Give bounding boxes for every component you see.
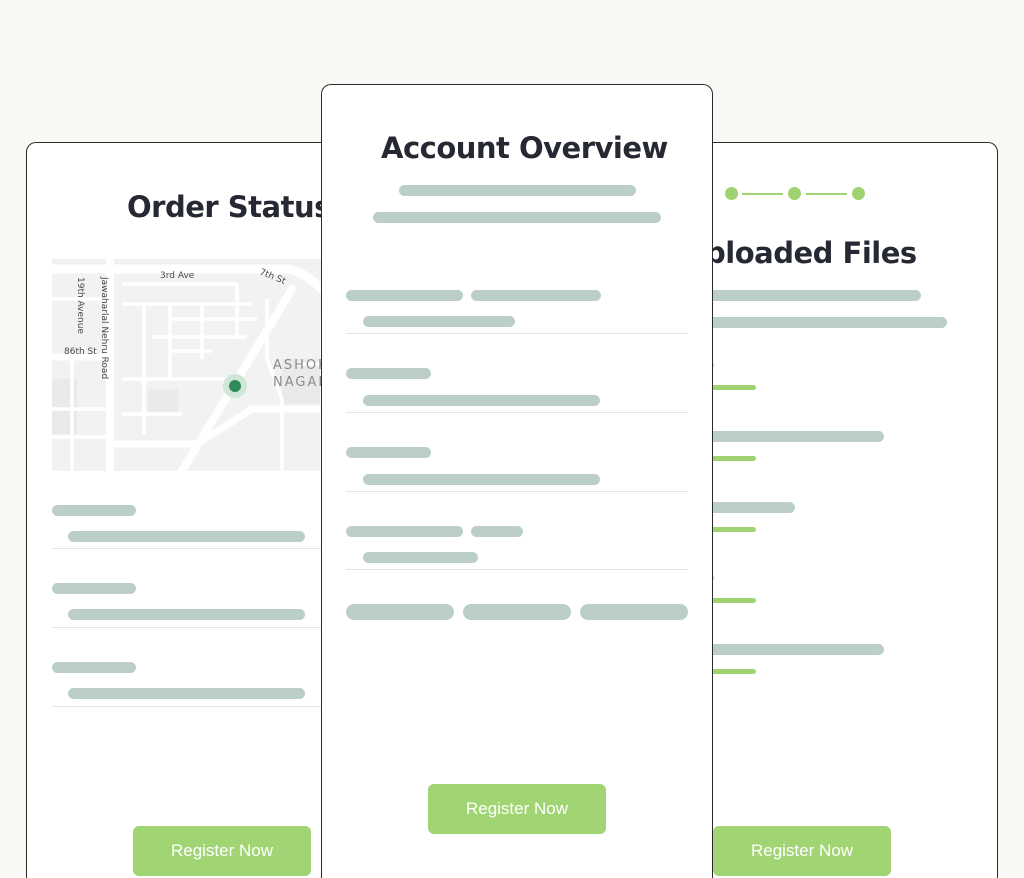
row-4-label-extra-placeholder xyxy=(471,526,523,537)
action-pill-1[interactable] xyxy=(346,604,454,620)
location-pin-icon[interactable] xyxy=(229,380,241,392)
row-4-label-placeholder xyxy=(346,526,463,537)
account-overview-card: Account Overview Register Now xyxy=(321,84,713,878)
row-1-label-placeholder xyxy=(52,505,136,516)
action-pill-3[interactable] xyxy=(580,604,688,620)
file-3-name-placeholder xyxy=(701,502,795,513)
row-1-label-placeholder xyxy=(346,290,463,301)
file-5-name-placeholder xyxy=(701,644,884,655)
step-1-dot[interactable] xyxy=(725,187,738,200)
step-connector xyxy=(806,193,847,195)
description-line-1-placeholder xyxy=(701,290,921,301)
row-2-value-placeholder xyxy=(68,609,305,620)
row-2-label-placeholder xyxy=(52,583,136,594)
street-label-86th-st: 86th St xyxy=(64,347,97,357)
file-2-name-placeholder xyxy=(701,431,884,442)
street-label-jawaharlal-nehru-road: Jawaharlal Nehru Road xyxy=(99,276,109,379)
account-overview-register-button[interactable]: Register Now xyxy=(428,784,606,834)
street-label-19th-avenue: 19th Avenue xyxy=(75,277,85,334)
step-connector xyxy=(742,193,783,195)
row-divider xyxy=(346,333,688,334)
uploaded-files-title: Uploaded Files xyxy=(682,236,917,270)
row-3-value-placeholder xyxy=(363,474,600,485)
step-2-dot[interactable] xyxy=(788,187,801,200)
row-divider xyxy=(346,412,688,413)
row-1-value-placeholder xyxy=(68,531,305,542)
row-divider xyxy=(346,491,688,492)
row-1-value-placeholder xyxy=(363,316,515,327)
street-label-3rd-ave: 3rd Ave xyxy=(160,271,195,281)
order-status-title: Order Status xyxy=(127,190,331,224)
row-3-label-placeholder xyxy=(346,447,431,458)
description-line-2-placeholder xyxy=(701,317,947,328)
row-1-label-extra-placeholder xyxy=(471,290,601,301)
subtitle-line-2-placeholder xyxy=(373,212,661,223)
account-overview-title: Account Overview xyxy=(381,131,668,165)
row-3-label-placeholder xyxy=(52,662,136,673)
row-2-label-placeholder xyxy=(346,368,431,379)
row-4-value-placeholder xyxy=(363,552,478,563)
row-divider xyxy=(346,569,688,570)
row-2-value-placeholder xyxy=(363,395,600,406)
step-3-dot[interactable] xyxy=(852,187,865,200)
uploaded-files-register-button[interactable]: Register Now xyxy=(713,826,891,876)
subtitle-line-1-placeholder xyxy=(399,185,636,196)
row-3-value-placeholder xyxy=(68,688,305,699)
action-pill-2[interactable] xyxy=(463,604,571,620)
order-status-register-button[interactable]: Register Now xyxy=(133,826,311,876)
